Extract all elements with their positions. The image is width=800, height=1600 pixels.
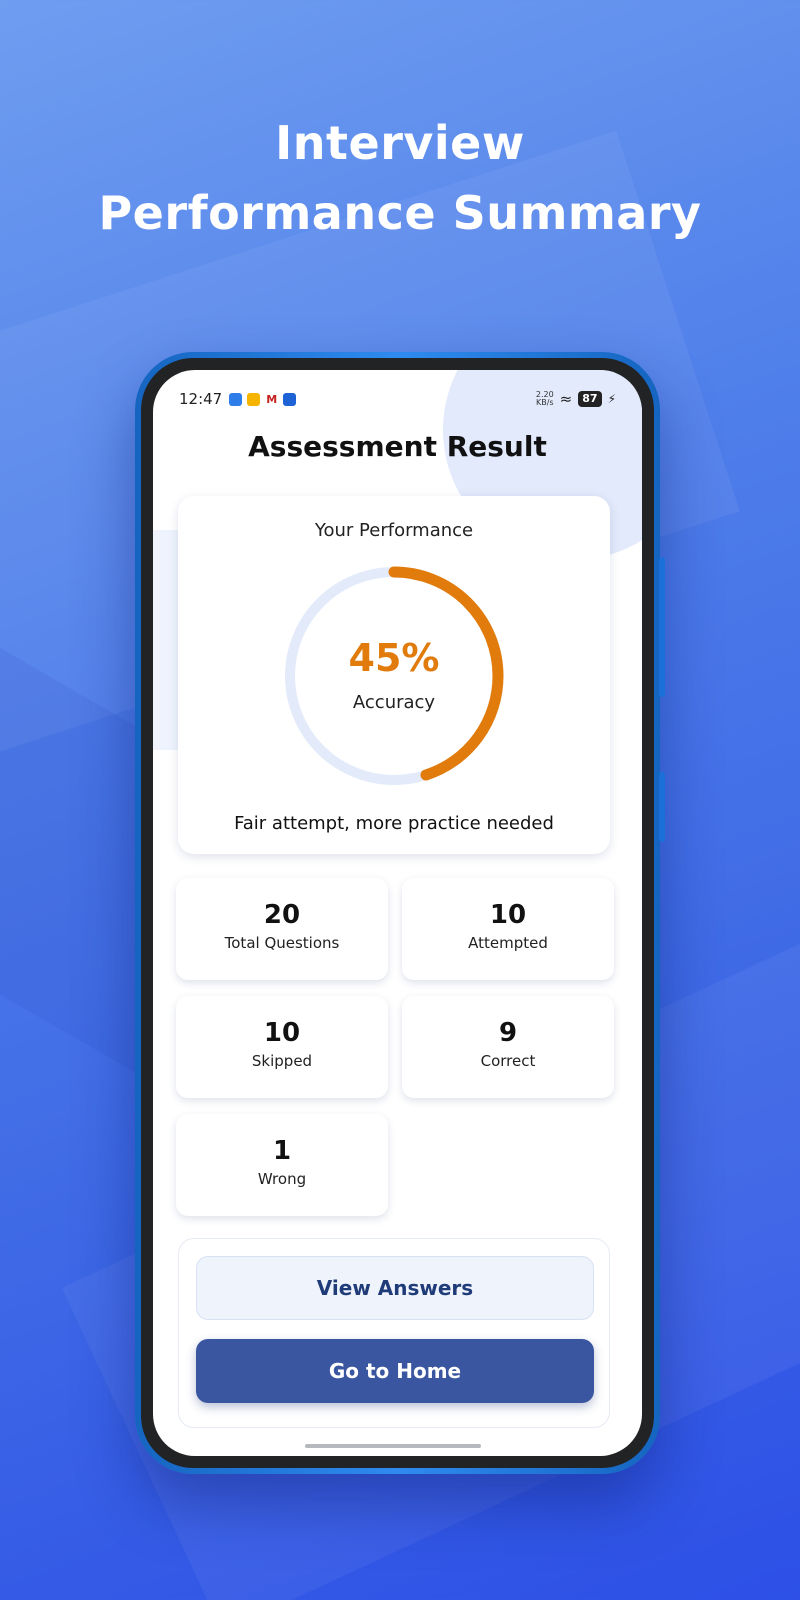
phone-frame: 12:47 M 2.20 KB/s ≈ 87 ⚡ Assessment Resu xyxy=(135,352,665,1474)
stat-card-correct: 9 Correct xyxy=(402,996,614,1098)
page-title: Assessment Result xyxy=(248,430,547,463)
headline-line-2: Performance Summary xyxy=(98,186,702,240)
actions-panel: View Answers Go to Home xyxy=(178,1238,610,1428)
home-indicator[interactable] xyxy=(305,1444,481,1448)
cast-icon xyxy=(283,392,297,406)
performance-card: Your Performance 45% Accuracy Fair attem… xyxy=(178,496,610,854)
stat-value: 10 xyxy=(263,1018,301,1048)
power-button xyxy=(659,772,665,842)
stat-card-wrong: 1 Wrong xyxy=(176,1114,388,1216)
network-speed: 2.20 KB/s xyxy=(536,391,554,407)
status-bar-left: 12:47 M xyxy=(179,390,297,408)
phone-bezel: 12:47 M 2.20 KB/s ≈ 87 ⚡ Assessment Resu xyxy=(141,358,654,1468)
stat-label: Total Questions xyxy=(224,934,340,952)
gmail-icon: M xyxy=(266,392,278,406)
app-notification-icon xyxy=(229,392,243,406)
stat-label: Wrong xyxy=(257,1170,307,1188)
accuracy-value: 45% xyxy=(348,636,440,680)
volume-button xyxy=(659,557,665,697)
accuracy-ring: 45% Accuracy xyxy=(282,564,506,788)
stat-label: Skipped xyxy=(251,1052,313,1070)
view-answers-button[interactable]: View Answers xyxy=(196,1256,594,1320)
promo-headline: Interview Performance Summary xyxy=(0,108,800,248)
mail-notification-icon xyxy=(247,392,261,406)
wifi-icon: ≈ xyxy=(559,390,573,408)
battery-icon: 87 xyxy=(578,391,602,407)
status-bar: 12:47 M 2.20 KB/s ≈ 87 ⚡ xyxy=(179,390,616,410)
app-screen: 12:47 M 2.20 KB/s ≈ 87 ⚡ Assessment Resu xyxy=(153,370,642,1456)
stat-value: 1 xyxy=(272,1136,292,1166)
stat-card-skipped: 10 Skipped xyxy=(176,996,388,1098)
stat-label: Attempted xyxy=(468,934,548,952)
performance-message: Fair attempt, more practice needed xyxy=(234,813,554,834)
status-bar-right: 2.20 KB/s ≈ 87 ⚡ xyxy=(536,390,616,408)
network-speed-unit: KB/s xyxy=(535,398,554,407)
stat-label: Correct xyxy=(480,1052,536,1070)
stat-card-attempted: 10 Attempted xyxy=(402,878,614,980)
performance-label: Your Performance xyxy=(314,520,474,541)
go-home-button[interactable]: Go to Home xyxy=(196,1339,594,1403)
stat-card-total-questions: 20 Total Questions xyxy=(176,878,388,980)
headline-line-1: Interview xyxy=(275,116,525,170)
charging-icon: ⚡ xyxy=(607,392,616,406)
accuracy-label: Accuracy xyxy=(352,692,436,713)
stat-value: 9 xyxy=(498,1018,518,1048)
status-time: 12:47 xyxy=(179,390,223,408)
stat-value: 20 xyxy=(263,900,301,930)
stat-value: 10 xyxy=(489,900,527,930)
